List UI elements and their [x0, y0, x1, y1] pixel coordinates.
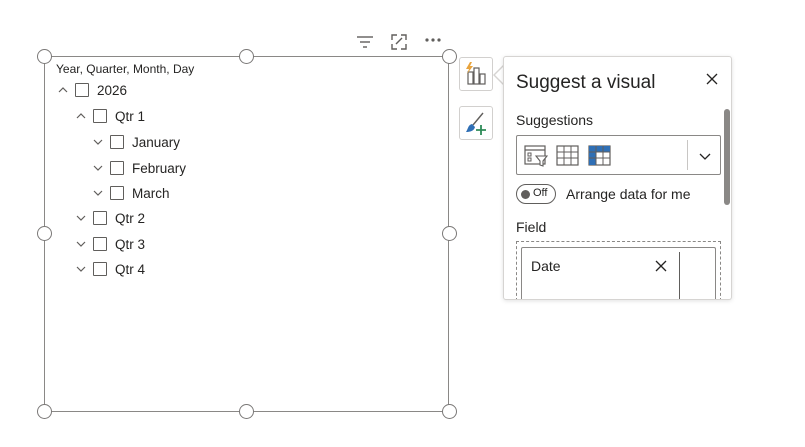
checkbox[interactable]: [93, 211, 107, 225]
chevron-down-icon[interactable]: [92, 162, 104, 174]
resize-handle-right[interactable]: [442, 226, 457, 241]
tree-label: Qtr 3: [115, 236, 146, 252]
resize-handle-top-right[interactable]: [442, 49, 457, 64]
dropdown-separator: [687, 140, 688, 170]
close-icon[interactable]: [704, 71, 720, 87]
tree-row-january[interactable]: January: [92, 132, 180, 152]
tree-row-qtr3[interactable]: Qtr 3: [75, 234, 145, 254]
chevron-down-icon[interactable]: [75, 238, 87, 250]
resize-handle-bottom[interactable]: [239, 404, 254, 419]
toggle-knob: [521, 190, 530, 199]
chip-separator: [679, 252, 680, 299]
build-visual-icon: [466, 62, 486, 85]
tree-row-2026[interactable]: 2026: [57, 80, 127, 100]
tree-row-qtr4[interactable]: Qtr 4: [75, 259, 145, 279]
table-icon[interactable]: [556, 144, 580, 168]
chevron-down-icon[interactable]: [75, 212, 87, 224]
format-visual-button[interactable]: [459, 106, 493, 140]
tree-label: February: [132, 160, 187, 176]
chevron-up-icon[interactable]: [57, 84, 69, 96]
resize-handle-left[interactable]: [37, 226, 52, 241]
checkbox[interactable]: [75, 83, 89, 97]
resize-handle-bottom-right[interactable]: [442, 404, 457, 419]
chevron-down-icon[interactable]: [92, 136, 104, 148]
panel-scrollbar[interactable]: [724, 109, 730, 205]
tree-row-february[interactable]: February: [92, 158, 186, 178]
resize-handle-bottom-left[interactable]: [37, 404, 52, 419]
tree-label: March: [132, 185, 170, 201]
chevron-down-icon[interactable]: [92, 187, 104, 199]
suggestions-label: Suggestions: [516, 112, 594, 128]
checkbox[interactable]: [110, 161, 124, 175]
field-chip-date[interactable]: Date: [521, 247, 716, 299]
chevron-down-icon[interactable]: [75, 263, 87, 275]
filter-icon[interactable]: [354, 32, 376, 52]
more-options-icon[interactable]: [422, 32, 444, 52]
chevron-up-icon[interactable]: [75, 110, 87, 122]
resize-handle-top[interactable]: [239, 49, 254, 64]
tree-label: 2026: [97, 82, 128, 98]
matrix-icon[interactable]: [588, 144, 612, 168]
remove-field-icon[interactable]: [654, 259, 668, 273]
toggle-state: Off: [533, 187, 548, 199]
tree-label: Qtr 4: [115, 261, 146, 277]
tree-row-qtr1[interactable]: Qtr 1: [75, 106, 145, 126]
checkbox[interactable]: [110, 186, 124, 200]
arrange-data-label: Arrange data for me: [566, 186, 691, 202]
tree-row-qtr2[interactable]: Qtr 2: [75, 208, 145, 228]
field-chip-label: Date: [531, 258, 561, 274]
checkbox[interactable]: [93, 237, 107, 251]
slicer-title: Year, Quarter, Month, Day: [56, 62, 195, 76]
suggest-visual-panel: Suggest a visual Suggestions Off Arrange…: [503, 56, 732, 300]
build-visual-button[interactable]: [459, 57, 493, 91]
tree-label: Qtr 2: [115, 210, 146, 226]
checkbox[interactable]: [93, 262, 107, 276]
panel-title: Suggest a visual: [516, 72, 656, 93]
suggestions-dropdown[interactable]: [516, 135, 721, 175]
arrange-data-toggle[interactable]: Off: [516, 184, 556, 204]
resize-handle-top-left[interactable]: [37, 49, 52, 64]
tree-label: January: [132, 134, 181, 150]
tree-label: Qtr 1: [115, 108, 146, 124]
checkbox[interactable]: [110, 135, 124, 149]
focus-mode-icon[interactable]: [388, 32, 410, 52]
tree-row-march[interactable]: March: [92, 183, 170, 203]
format-visual-icon: [466, 112, 486, 135]
field-label: Field: [516, 219, 547, 235]
slicer-icon[interactable]: [524, 144, 548, 168]
checkbox[interactable]: [93, 109, 107, 123]
chevron-down-icon[interactable]: [697, 148, 713, 164]
